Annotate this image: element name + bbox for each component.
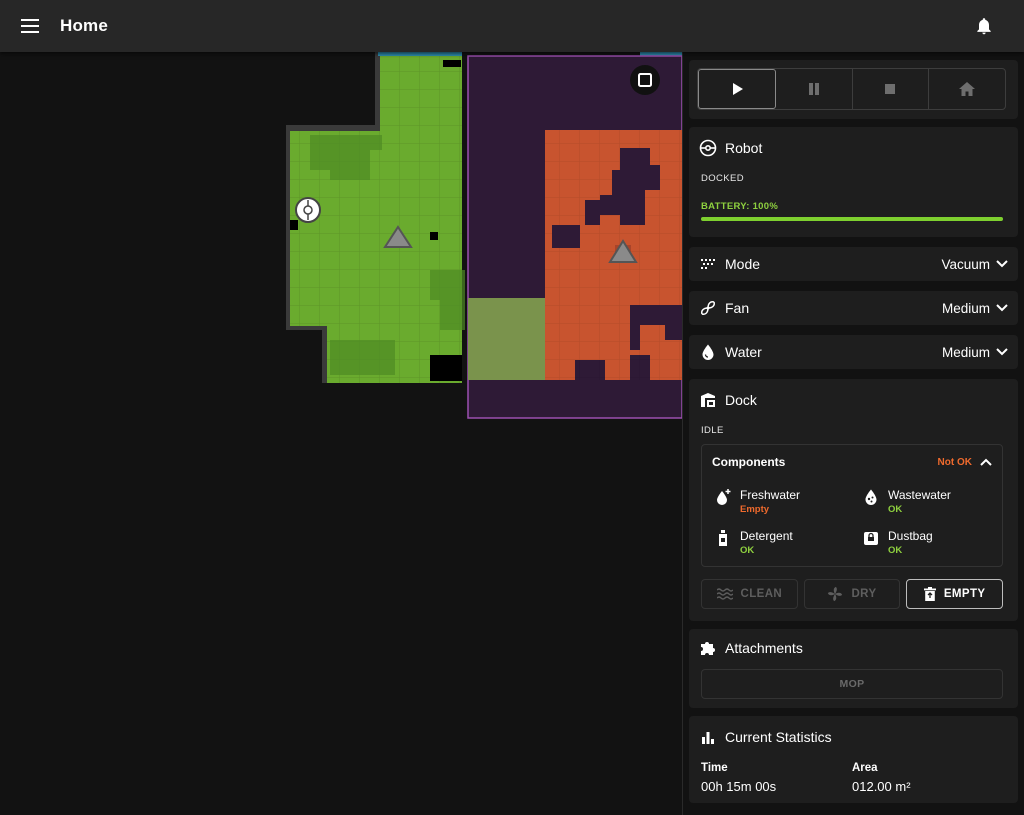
component-wastewater: Wastewater OK <box>862 488 951 515</box>
components-panel: Components Not OK Freshwater Empty Waste… <box>701 444 1003 567</box>
attachments-title: Attachments <box>725 640 803 656</box>
play-icon <box>732 83 743 95</box>
bell-icon <box>977 18 991 35</box>
dry-button[interactable]: DRY <box>803 579 901 609</box>
stat-time: Time 00h 15m 00s <box>701 762 776 794</box>
zone-stop-button[interactable] <box>630 65 660 95</box>
component-dustbag: Dustbag OK <box>862 529 933 556</box>
water-drop-icon <box>699 343 717 361</box>
floor-map[interactable] <box>0 52 682 815</box>
dry-label: DRY <box>851 588 877 600</box>
dustbag-icon <box>862 529 880 547</box>
component-name: Freshwater <box>740 488 801 502</box>
statistics-card: Current Statistics Time 00h 15m 00s Area… <box>689 716 1018 803</box>
attachments-card: Attachments MOP <box>689 629 1018 708</box>
dock-title: Dock <box>725 392 757 408</box>
stat-time-label: Time <box>701 762 728 774</box>
dock-actions: CLEAN DRY EMPTY <box>701 579 1004 609</box>
stat-area-label: Area <box>852 762 878 774</box>
page-title: Home <box>60 16 109 35</box>
water-label: Water <box>725 344 762 360</box>
component-state: OK <box>740 545 755 556</box>
mop-attachment-button[interactable]: MOP <box>701 669 1003 699</box>
robot-title: Robot <box>725 140 763 156</box>
fan-value: Medium <box>941 300 990 316</box>
home-icon <box>959 82 976 96</box>
waves-icon <box>716 588 733 600</box>
app-bar: Home <box>0 0 1024 52</box>
room-blue-strip <box>378 52 462 56</box>
pause-button[interactable] <box>776 69 853 109</box>
component-name: Wastewater <box>888 488 951 502</box>
stop-button[interactable] <box>853 69 930 109</box>
robot-icon <box>699 139 717 157</box>
pause-icon <box>808 83 819 95</box>
fan-select[interactable]: Fan Medium <box>689 291 1018 325</box>
mode-value: Vacuum <box>941 256 990 272</box>
component-state: OK <box>888 545 903 556</box>
robot-status: DOCKED <box>701 173 745 184</box>
mode-select[interactable]: Mode Vacuum <box>689 247 1018 281</box>
component-name: Dustbag <box>888 529 933 543</box>
chevron-down-icon <box>996 348 1008 356</box>
fan-label: Fan <box>725 300 750 316</box>
start-button[interactable] <box>698 69 776 109</box>
statistics-title: Current Statistics <box>725 729 832 745</box>
chevron-up-icon <box>980 458 992 466</box>
components-title: Components <box>712 455 786 469</box>
dock-icon <box>699 391 717 409</box>
bar-chart-icon <box>699 728 717 746</box>
control-sidebar: Robot DOCKED BATTERY: 100% Mode Vacuum F… <box>682 52 1024 815</box>
dock-status: IDLE <box>701 425 724 436</box>
stat-time-value: 00h 15m 00s <box>701 779 777 794</box>
fan-icon <box>828 586 843 602</box>
freshwater-icon <box>714 488 732 506</box>
clean-button[interactable]: CLEAN <box>701 579 798 609</box>
empty-button[interactable]: EMPTY <box>906 579 1004 609</box>
component-name: Detergent <box>740 529 793 543</box>
notifications-button[interactable] <box>974 16 994 36</box>
clean-label: CLEAN <box>740 588 783 600</box>
water-value: Medium <box>941 344 990 360</box>
menu-icon <box>21 19 39 33</box>
components-status: Not OK <box>937 456 972 468</box>
chevron-down-icon <box>996 304 1008 312</box>
components-header[interactable]: Components Not OK <box>712 455 992 469</box>
trash-icon <box>923 587 936 601</box>
stat-area-value: 012.00 m² <box>852 779 911 794</box>
basic-controls <box>689 60 1018 119</box>
component-state: Empty <box>740 504 770 515</box>
battery-bar-fill <box>701 217 1003 221</box>
robot-card: Robot DOCKED BATTERY: 100% <box>689 127 1018 237</box>
stop-icon <box>885 84 896 94</box>
control-button-group <box>697 68 1006 110</box>
chevron-down-icon <box>996 260 1008 268</box>
empty-label: EMPTY <box>943 588 986 600</box>
puzzle-icon <box>699 639 717 657</box>
detergent-bottle-icon <box>714 529 732 547</box>
wastewater-icon <box>862 488 880 506</box>
mode-icon <box>699 255 717 273</box>
component-freshwater: Freshwater Empty <box>714 488 800 515</box>
fan-icon <box>699 299 717 317</box>
mode-label: Mode <box>725 256 761 272</box>
menu-button[interactable] <box>0 0 60 52</box>
battery-label: BATTERY: 100% <box>701 201 779 212</box>
map-view[interactable] <box>0 52 682 815</box>
component-state: OK <box>888 504 903 515</box>
stat-area: Area 012.00 m² <box>852 762 911 794</box>
dock-card: Dock IDLE Components Not OK Freshwater E… <box>689 379 1018 621</box>
battery-bar-track <box>701 217 1003 221</box>
component-detergent: Detergent OK <box>714 529 793 556</box>
home-button[interactable] <box>929 69 1005 109</box>
water-select[interactable]: Water Medium <box>689 335 1018 369</box>
room-overlap <box>468 298 545 380</box>
